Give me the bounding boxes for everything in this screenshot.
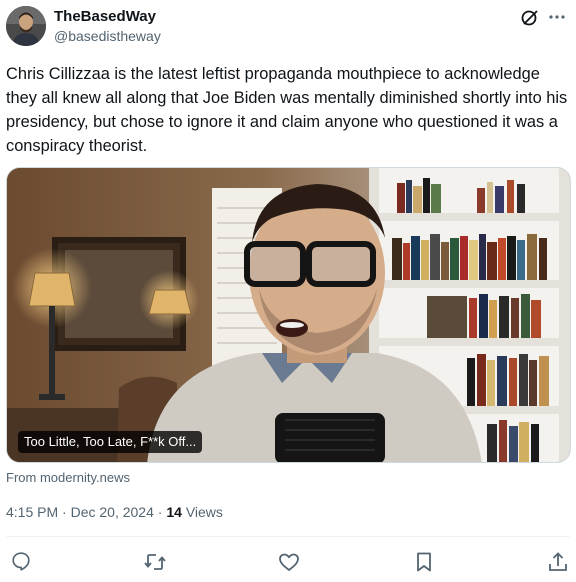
like-icon[interactable] — [277, 550, 301, 574]
tweet-time[interactable]: 4:15 PM — [6, 504, 58, 520]
tweet-text: Chris Cillizzaa is the latest leftist pr… — [6, 65, 568, 155]
tweet-header: TheBasedWay @basedistheway — [6, 4, 570, 48]
repost-icon[interactable] — [143, 550, 167, 574]
author-name[interactable]: TheBasedWay — [54, 8, 156, 25]
more-options-icon[interactable] — [546, 6, 568, 28]
video-frame — [7, 168, 570, 462]
bookmark-icon[interactable] — [412, 550, 436, 574]
source-link[interactable]: From modernity.news — [6, 470, 130, 485]
video-caption: Too Little, Too Late, F**k Off... — [18, 431, 203, 453]
grok-icon[interactable] — [520, 8, 540, 28]
video-media[interactable]: Too Little, Too Late, F**k Off... — [6, 167, 571, 463]
avatar[interactable] — [6, 6, 46, 46]
views-count: 14 — [166, 504, 182, 520]
author-handle[interactable]: @basedistheway — [54, 28, 161, 44]
reply-icon[interactable] — [10, 550, 34, 574]
tweet-meta: 4:15 PM · Dec 20, 2024 · 14 Views — [6, 504, 223, 520]
share-icon[interactable] — [546, 550, 570, 574]
views-label: Views — [185, 504, 223, 520]
meta-separator: · — [62, 504, 67, 520]
action-bar — [6, 550, 570, 574]
divider — [6, 536, 570, 537]
meta-separator: · — [157, 504, 163, 520]
tweet-date[interactable]: Dec 20, 2024 — [71, 504, 154, 520]
